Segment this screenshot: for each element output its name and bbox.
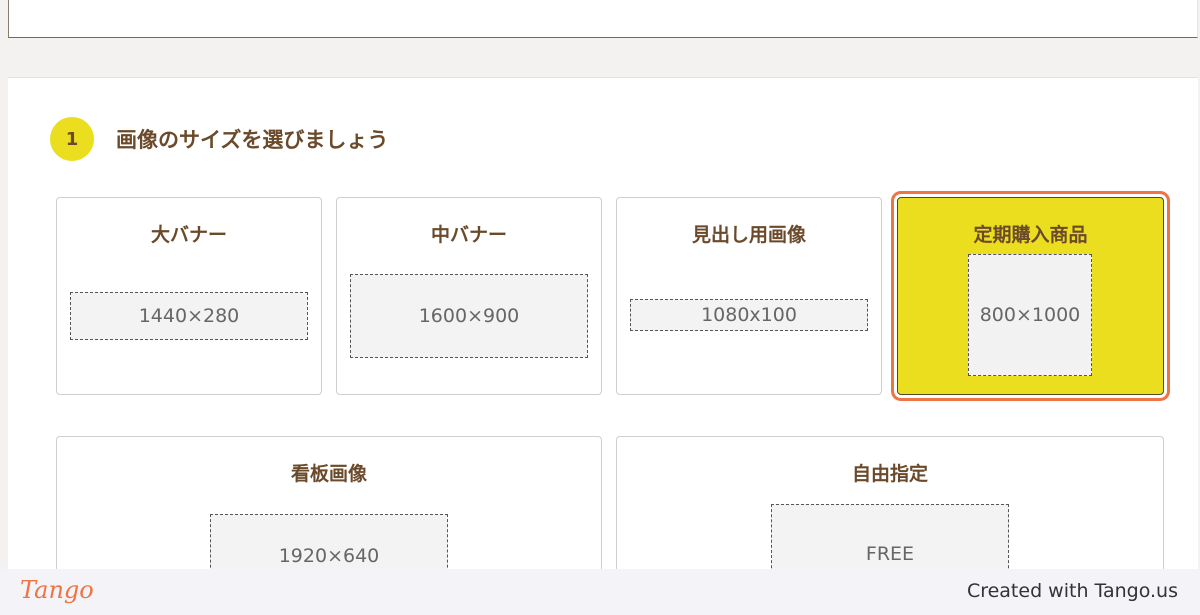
size-preview-box: 1440×280: [70, 292, 308, 340]
size-option-large-banner[interactable]: 大バナー 1440×280: [56, 197, 322, 395]
previous-input-field[interactable]: [8, 0, 1198, 38]
size-option-title: 看板画像: [290, 463, 367, 485]
size-preview-box: 1080x100: [630, 299, 868, 331]
size-preview-box: 1600×900: [350, 274, 588, 358]
step-number-badge: 1: [50, 117, 94, 161]
size-option-medium-banner[interactable]: 中バナー 1600×900: [336, 197, 602, 395]
step-heading: 1 画像のサイズを選びましょう: [50, 117, 388, 161]
size-preview-box: 800×1000: [968, 254, 1092, 376]
size-option-title: 定期購入商品: [973, 224, 1088, 246]
size-option-heading-image[interactable]: 見出し用画像 1080x100: [616, 197, 882, 395]
tango-logo: Tango: [20, 576, 94, 604]
step-title: 画像のサイズを選びましょう: [116, 128, 389, 152]
size-option-title: 自由指定: [851, 463, 928, 485]
size-option-title: 大バナー: [150, 224, 227, 246]
size-option-title: 中バナー: [430, 224, 507, 246]
size-option-subscription-product[interactable]: 定期購入商品 800×1000: [897, 197, 1164, 395]
created-with-credit[interactable]: Created with Tango.us: [967, 580, 1178, 602]
size-option-title: 見出し用画像: [691, 224, 806, 246]
